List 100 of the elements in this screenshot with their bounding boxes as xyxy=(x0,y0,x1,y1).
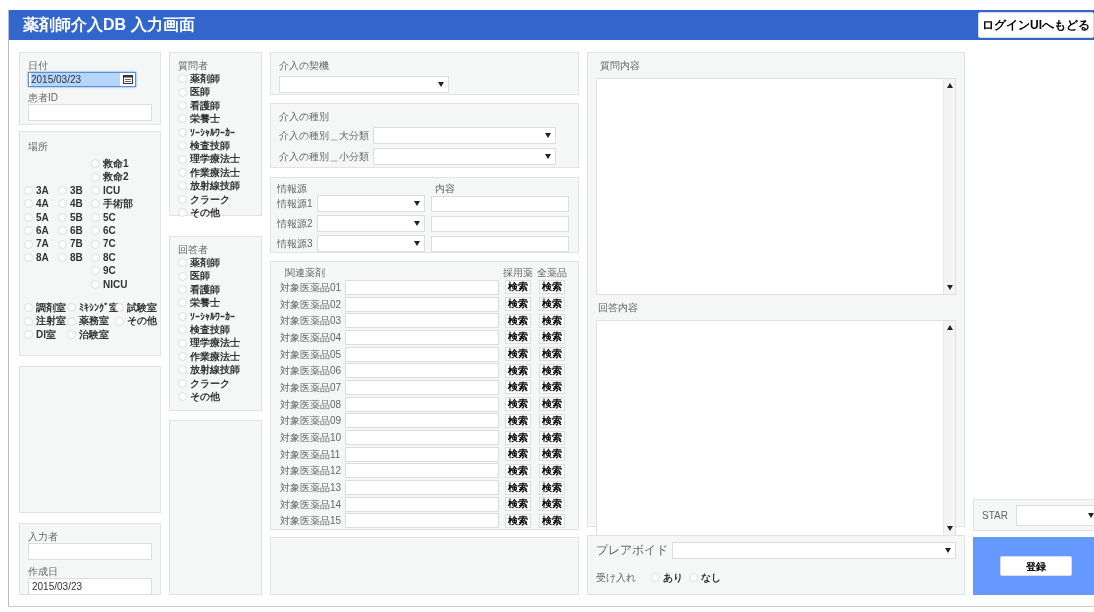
radio-option[interactable]: 作業療法士 xyxy=(178,349,253,364)
drug-field[interactable] xyxy=(345,430,499,446)
content-field[interactable] xyxy=(431,195,569,212)
author-field[interactable] xyxy=(28,543,152,560)
radio-option[interactable]: 作業療法士 xyxy=(178,165,253,180)
scroll-down-icon[interactable] xyxy=(946,285,953,290)
drug-field[interactable] xyxy=(345,463,499,479)
radio-option[interactable]: クラーク xyxy=(178,376,253,391)
search-button[interactable]: 検索 xyxy=(539,497,565,512)
radio-option[interactable]: 医師 xyxy=(178,85,253,99)
drug-field[interactable] xyxy=(345,413,499,429)
radio-option[interactable]: 理学療法士 xyxy=(178,152,253,166)
radio-option[interactable]: 4B xyxy=(58,197,91,211)
radio-option[interactable]: ｿｰｼｬﾙﾜｰｶｰ xyxy=(178,309,253,324)
radio-option[interactable]: 放射線技師 xyxy=(178,363,253,377)
search-button[interactable]: 検索 xyxy=(505,463,531,478)
search-button[interactable]: 検索 xyxy=(539,480,565,495)
content-field[interactable] xyxy=(431,215,569,232)
radio-option[interactable]: 栄養士 xyxy=(178,296,253,310)
search-button[interactable]: 検索 xyxy=(505,347,531,362)
radio-option[interactable]: 検査技師 xyxy=(178,323,253,337)
radio-option[interactable]: 栄養士 xyxy=(178,112,253,126)
radio-option[interactable]: 8C xyxy=(91,250,151,265)
drug-field[interactable] xyxy=(345,296,499,312)
radio-option[interactable]: 医師 xyxy=(178,269,253,283)
radio-option[interactable]: 6A xyxy=(24,224,58,238)
search-button[interactable]: 検索 xyxy=(539,380,565,395)
radio-option[interactable]: 8B xyxy=(58,250,91,265)
dropdown[interactable] xyxy=(317,215,425,232)
drug-field[interactable] xyxy=(345,513,499,529)
search-button[interactable]: 検索 xyxy=(505,480,531,495)
scrollbar[interactable] xyxy=(943,79,955,294)
radio-option[interactable]: 8A xyxy=(24,250,58,265)
drug-field[interactable] xyxy=(345,446,499,462)
radio-option[interactable]: 7A xyxy=(24,237,58,251)
radio-option[interactable]: 4A xyxy=(24,197,58,211)
scroll-up-icon[interactable] xyxy=(946,325,953,330)
dropdown[interactable] xyxy=(373,127,556,144)
search-button[interactable]: 検索 xyxy=(539,363,565,378)
radio-option[interactable]: 救命1 xyxy=(91,157,151,171)
search-button[interactable]: 検索 xyxy=(505,313,531,328)
radio-option[interactable]: 7C xyxy=(91,237,151,251)
radio-option[interactable]: ICU xyxy=(91,183,151,198)
radio-option[interactable]: 注射室 xyxy=(24,314,67,328)
radio-option[interactable]: 検査技師 xyxy=(178,139,253,153)
search-button[interactable]: 検索 xyxy=(505,497,531,512)
radio-option[interactable]: 7B xyxy=(58,237,91,251)
search-button[interactable]: 検索 xyxy=(505,363,531,378)
search-button[interactable]: 検索 xyxy=(505,380,531,395)
radio-option[interactable]: 薬剤師 xyxy=(178,72,253,86)
search-button[interactable]: 検索 xyxy=(539,447,565,462)
back-to-login-button[interactable]: ログインUIへもどる xyxy=(978,12,1094,38)
created-date-field[interactable]: 2015/03/23 xyxy=(28,578,152,595)
search-button[interactable]: 検索 xyxy=(539,430,565,445)
search-button[interactable]: 検索 xyxy=(505,430,531,445)
radio-option[interactable]: 5A xyxy=(24,210,58,224)
search-button[interactable]: 検索 xyxy=(505,413,531,428)
radio-option[interactable]: 6B xyxy=(58,224,91,238)
drug-field[interactable] xyxy=(345,396,499,412)
radio-option[interactable]: 薬務室 xyxy=(67,314,115,328)
dropdown[interactable] xyxy=(1016,504,1094,526)
radio-option[interactable]: NICU xyxy=(91,277,151,292)
drug-field[interactable] xyxy=(345,480,499,496)
search-button[interactable]: 検索 xyxy=(539,330,565,345)
radio-option[interactable]: 理学療法士 xyxy=(178,336,253,350)
dropdown[interactable] xyxy=(373,148,556,165)
radio-option[interactable]: DI室 xyxy=(24,327,67,342)
radio-option[interactable]: なし xyxy=(689,571,721,585)
dropdown[interactable] xyxy=(672,542,956,559)
radio-option[interactable]: ｿｰｼｬﾙﾜｰｶｰ xyxy=(178,125,253,140)
dropdown[interactable] xyxy=(317,195,425,212)
search-button[interactable]: 検索 xyxy=(505,447,531,462)
radio-option[interactable]: クラーク xyxy=(178,192,253,207)
search-button[interactable]: 検索 xyxy=(505,330,531,345)
radio-option[interactable]: 救命2 xyxy=(91,170,151,184)
patient-id-field[interactable] xyxy=(28,104,152,121)
drug-field[interactable] xyxy=(345,496,499,512)
radio-option[interactable]: 5B xyxy=(58,210,91,224)
search-button[interactable]: 検索 xyxy=(505,297,531,312)
calendar-icon[interactable] xyxy=(123,75,133,84)
radio-option[interactable]: その他 xyxy=(115,314,156,328)
radio-option[interactable]: 看護師 xyxy=(178,98,253,113)
search-button[interactable]: 検索 xyxy=(505,397,531,412)
search-button[interactable]: 検索 xyxy=(539,313,565,328)
search-button[interactable]: 検索 xyxy=(539,347,565,362)
content-field[interactable] xyxy=(431,235,569,252)
search-button[interactable]: 検索 xyxy=(505,513,531,528)
dropdown[interactable] xyxy=(279,76,449,93)
scroll-up-icon[interactable] xyxy=(946,83,953,88)
search-button[interactable]: 検索 xyxy=(505,280,531,295)
search-button[interactable]: 検索 xyxy=(539,413,565,428)
drug-field[interactable] xyxy=(345,313,499,329)
search-button[interactable]: 検索 xyxy=(539,463,565,478)
radio-option[interactable]: 治験室 xyxy=(67,327,115,342)
radio-option[interactable]: その他 xyxy=(178,206,253,220)
radio-option[interactable]: 9C xyxy=(91,264,151,278)
radio-option[interactable]: 3B xyxy=(58,183,91,198)
radio-option[interactable]: あり xyxy=(651,571,683,585)
radio-option[interactable]: その他 xyxy=(178,390,253,404)
dropdown[interactable] xyxy=(317,235,425,252)
